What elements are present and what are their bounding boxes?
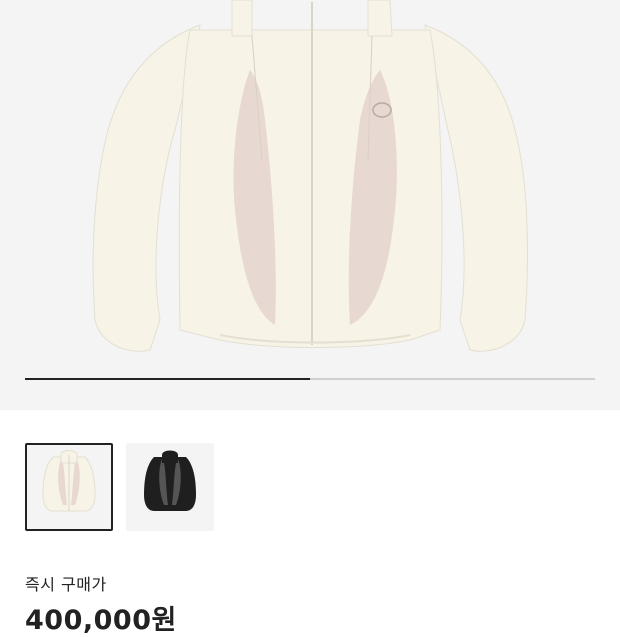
thumbnail-list — [25, 443, 214, 531]
price-value: 400,000원 — [25, 605, 177, 636]
image-progress-track — [25, 378, 595, 380]
thumbnail-black[interactable] — [126, 443, 214, 531]
product-main-image — [92, 0, 528, 352]
price-label: 즉시 구매가 — [25, 575, 107, 594]
image-progress-fill — [25, 378, 310, 380]
jacket-black-gray-icon — [144, 450, 196, 511]
product-image-area[interactable] — [0, 0, 620, 410]
jacket-cream-pink-icon — [42, 450, 96, 512]
thumbnail-cream[interactable] — [25, 443, 113, 531]
